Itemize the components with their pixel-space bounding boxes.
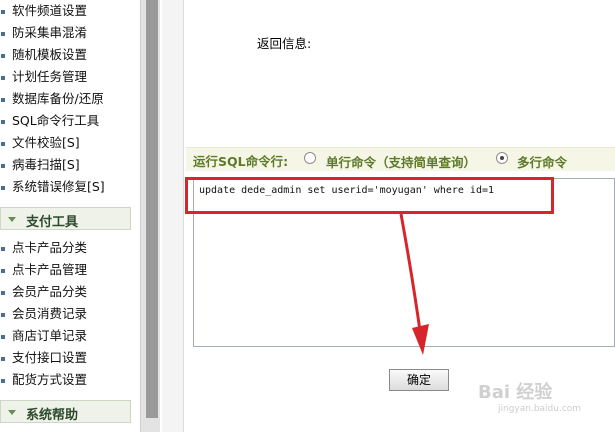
sidebar-item-error-repair[interactable]: 系统错误修复[S] bbox=[0, 176, 132, 198]
sidebar-header-payment[interactable]: 支付工具 bbox=[0, 207, 131, 230]
sidebar-item-virus-scan[interactable]: 病毒扫描[S] bbox=[0, 154, 132, 176]
sidebar-item-member-category[interactable]: 会员产品分类 bbox=[0, 281, 132, 303]
sidebar-item-label: 数据库备份/还原 bbox=[12, 91, 104, 106]
command-title: 运行SQL命令行: bbox=[193, 154, 289, 169]
bullet-icon bbox=[1, 54, 5, 58]
sidebar-header-help[interactable]: 系统帮助 bbox=[0, 400, 131, 423]
bullet-icon bbox=[1, 247, 5, 251]
bullet-icon bbox=[1, 164, 5, 168]
sidebar-item-member-consumption[interactable]: 会员消费记录 bbox=[0, 303, 132, 325]
bullet-icon bbox=[1, 379, 5, 383]
sidebar-scrollbar-thumb[interactable] bbox=[146, 0, 158, 418]
sidebar-item-label: 点卡产品管理 bbox=[12, 262, 88, 277]
bullet-icon bbox=[1, 76, 5, 80]
multi-command-label[interactable]: 多行命令 bbox=[517, 152, 567, 171]
sidebar-item-label: 会员产品分类 bbox=[12, 284, 88, 299]
return-info-label: 返回信息: bbox=[257, 36, 312, 51]
triangle-down-icon bbox=[8, 217, 16, 222]
sidebar-item-label: SQL命令行工具 bbox=[12, 113, 100, 128]
sidebar-item-label: 点卡产品分类 bbox=[12, 240, 88, 255]
bullet-icon bbox=[1, 291, 5, 295]
sidebar-item-label: 系统错误修复[S] bbox=[12, 179, 105, 194]
bullet-icon bbox=[1, 269, 5, 273]
bullet-icon bbox=[1, 313, 5, 317]
single-command-radio[interactable] bbox=[304, 152, 316, 164]
sidebar-item-label: 商店订单记录 bbox=[12, 328, 88, 343]
sidebar: 软件频道设置 防采集串混淆 随机模板设置 计划任务管理 数据库备份/还原 SQL… bbox=[0, 0, 140, 432]
sidebar-item-label: 配货方式设置 bbox=[12, 372, 88, 387]
sidebar-item-label: 支付接口设置 bbox=[12, 350, 88, 365]
triangle-down-icon bbox=[8, 410, 16, 415]
sidebar-item-payment-interface[interactable]: 支付接口设置 bbox=[0, 347, 132, 369]
bullet-icon bbox=[1, 32, 5, 36]
single-command-label[interactable]: 单行命令（支持简单查询） bbox=[326, 152, 476, 171]
sidebar-header-label: 系统帮助 bbox=[26, 408, 79, 423]
sidebar-item-label: 软件频道设置 bbox=[12, 3, 88, 18]
sidebar-item-software-channel[interactable]: 软件频道设置 bbox=[0, 0, 132, 22]
sql-command-text: update dede_admin set userid='moyugan' w… bbox=[199, 185, 495, 196]
watermark-url: jingyan.baidu.com bbox=[498, 404, 582, 414]
bullet-icon bbox=[1, 357, 5, 361]
watermark-logo: Bai 经验 bbox=[478, 382, 553, 403]
bullet-icon bbox=[1, 120, 5, 124]
bullet-icon bbox=[1, 10, 5, 14]
sidebar-item-delivery-method[interactable]: 配货方式设置 bbox=[0, 369, 132, 391]
sidebar-item-card-manage[interactable]: 点卡产品管理 bbox=[0, 259, 132, 281]
sidebar-item-db-backup[interactable]: 数据库备份/还原 bbox=[0, 88, 132, 110]
sidebar-item-label: 防采集串混淆 bbox=[12, 25, 88, 40]
sidebar-item-card-category[interactable]: 点卡产品分类 bbox=[0, 237, 132, 259]
main-frame-border bbox=[162, 0, 184, 432]
bullet-icon bbox=[1, 186, 5, 190]
bullet-icon bbox=[1, 142, 5, 146]
sidebar-header-label: 支付工具 bbox=[26, 215, 79, 230]
sidebar-item-file-check[interactable]: 文件校验[S] bbox=[0, 132, 132, 154]
sidebar-item-random-template[interactable]: 随机模板设置 bbox=[0, 44, 132, 66]
sidebar-item-shop-orders[interactable]: 商店订单记录 bbox=[0, 325, 132, 347]
sidebar-item-scheduled-tasks[interactable]: 计划任务管理 bbox=[0, 66, 132, 88]
sidebar-item-sql-tool[interactable]: SQL命令行工具 bbox=[0, 110, 132, 132]
sidebar-item-label: 计划任务管理 bbox=[12, 69, 88, 84]
confirm-button[interactable]: 确定 bbox=[389, 369, 449, 391]
sidebar-item-label: 会员消费记录 bbox=[12, 306, 88, 321]
bullet-icon bbox=[1, 335, 5, 339]
sql-command-textarea[interactable] bbox=[193, 178, 615, 347]
sidebar-item-label: 病毒扫描[S] bbox=[12, 157, 80, 172]
bullet-icon bbox=[1, 98, 5, 102]
multi-command-radio[interactable] bbox=[496, 152, 508, 164]
sidebar-item-anti-collect[interactable]: 防采集串混淆 bbox=[0, 22, 132, 44]
sidebar-item-label: 随机模板设置 bbox=[12, 47, 88, 62]
sidebar-item-label: 文件校验[S] bbox=[12, 135, 80, 150]
